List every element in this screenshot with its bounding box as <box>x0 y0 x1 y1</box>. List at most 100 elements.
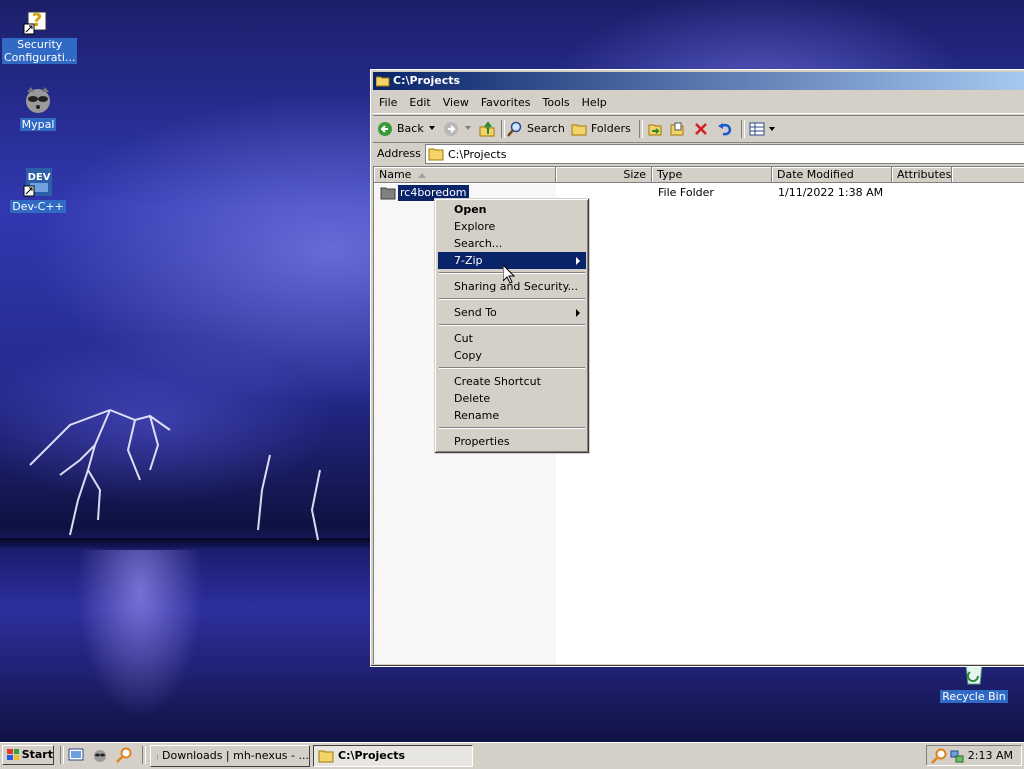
desktop-icon-label: SecurityConfigurati... <box>2 38 77 64</box>
chevron-down-icon <box>429 126 435 130</box>
column-header-size[interactable]: Size <box>556 167 652 183</box>
delete-button[interactable] <box>693 119 709 139</box>
recycle-bin-icon <box>958 664 990 688</box>
menu-item-explore[interactable]: Explore <box>438 218 586 235</box>
submenu-arrow-icon <box>576 309 580 317</box>
folder-icon <box>376 75 390 87</box>
undo-button[interactable] <box>717 119 733 139</box>
menu-file[interactable]: File <box>373 93 403 113</box>
menu-item-properties[interactable]: Properties <box>438 433 586 450</box>
wallpaper-lightning <box>0 390 380 550</box>
undo-icon <box>717 121 733 137</box>
menu-separator <box>439 324 585 326</box>
menu-bar: FileEditViewFavoritesToolsHelp <box>373 93 1024 114</box>
desktop-icon-security[interactable]: ? SecurityConfigurati... <box>2 4 74 64</box>
desktop-icon-mypal[interactable]: Mypal <box>2 84 74 131</box>
menu-item-delete[interactable]: Delete <box>438 390 586 407</box>
views-button[interactable] <box>749 119 775 139</box>
up-folder-icon <box>479 121 495 137</box>
search-icon <box>116 747 132 763</box>
desktop-icon-label: Mypal <box>20 118 57 131</box>
tray-search-icon[interactable] <box>931 748 947 764</box>
taskbar-button-projects[interactable]: C:\Projects <box>313 745 473 767</box>
menu-item-search[interactable]: Search... <box>438 235 586 252</box>
menu-separator <box>439 298 585 300</box>
window-title: C:\Projects <box>393 74 460 87</box>
chevron-down-icon <box>465 126 471 130</box>
devcpp-icon: DEV <box>22 166 54 198</box>
column-header-type[interactable]: Type <box>652 167 772 183</box>
menu-item-copy[interactable]: Copy <box>438 347 586 364</box>
windows-logo-icon <box>6 748 19 762</box>
copy-to-button[interactable] <box>669 119 685 139</box>
toolbar-separator <box>501 120 505 138</box>
column-header-date-modified[interactable]: Date Modified <box>772 167 892 183</box>
desktop-icon-label: Recycle Bin <box>940 690 1007 703</box>
back-button[interactable]: Back <box>377 119 424 139</box>
tray-clock[interactable]: 2:13 AM <box>968 749 1013 762</box>
desktop-icon-devcpp[interactable]: DEV Dev-C++ <box>2 166 74 213</box>
forward-button[interactable] <box>443 119 459 139</box>
menu-item-open[interactable]: Open <box>438 201 586 218</box>
taskbar-separator <box>60 746 64 764</box>
taskbar: Start Downloads | mh-nexus - ... C:\Proj… <box>0 742 1024 769</box>
column-header-name[interactable]: Name <box>374 167 556 183</box>
move-to-button[interactable] <box>647 119 663 139</box>
desktop-icon-recycle-bin[interactable]: Recycle Bin <box>938 664 1010 703</box>
sort-ascending-icon <box>418 173 426 178</box>
search-button[interactable]: Search <box>507 119 565 139</box>
menu-item-cut[interactable]: Cut <box>438 330 586 347</box>
taskbar-separator <box>142 746 146 764</box>
wallpaper-reflection <box>40 550 240 740</box>
copy-to-icon <box>669 121 685 137</box>
back-dropdown-button[interactable] <box>429 126 435 130</box>
taskbar-button-downloads[interactable]: Downloads | mh-nexus - ... <box>150 745 310 767</box>
menu-edit[interactable]: Edit <box>403 93 436 113</box>
up-folder-button[interactable] <box>479 119 495 139</box>
forward-dropdown-button[interactable] <box>465 126 471 130</box>
quicklaunch-mypal[interactable] <box>92 747 108 766</box>
move-to-icon <box>647 121 663 137</box>
mypal-raccoon-icon <box>22 84 54 116</box>
mypal-raccoon-icon <box>155 748 158 764</box>
toolbar-separator <box>741 120 745 138</box>
folders-button[interactable]: Folders <box>571 119 631 139</box>
column-header-filler <box>952 167 1024 183</box>
menu-item-send-to[interactable]: Send To <box>438 304 586 321</box>
mypal-raccoon-icon <box>92 747 108 763</box>
delete-x-icon <box>693 121 709 137</box>
chevron-down-icon <box>769 127 775 131</box>
menu-help[interactable]: Help <box>576 93 613 113</box>
address-label: Address <box>377 147 421 160</box>
menu-separator <box>439 367 585 369</box>
system-tray: 2:13 AM <box>926 745 1022 766</box>
file-date-modified: 1/11/2022 1:38 AM <box>778 185 883 201</box>
folder-icon <box>318 749 334 763</box>
back-arrow-icon <box>377 121 393 137</box>
menu-favorites[interactable]: Favorites <box>475 93 537 113</box>
menu-separator <box>439 427 585 429</box>
folders-icon <box>571 121 587 137</box>
file-type: File Folder <box>658 185 714 201</box>
folder-icon <box>428 147 444 161</box>
tray-network-icon[interactable] <box>949 748 965 764</box>
quicklaunch-search[interactable] <box>116 747 132 766</box>
start-button[interactable]: Start <box>2 745 54 765</box>
menu-item-rename[interactable]: Rename <box>438 407 586 424</box>
menu-item-create-shortcut[interactable]: Create Shortcut <box>438 373 586 390</box>
address-input[interactable]: C:\Projects <box>425 144 1024 164</box>
show-desktop-icon <box>68 747 84 763</box>
desktop-icon-label: Dev-C++ <box>10 200 66 213</box>
toolbar-separator <box>639 120 643 138</box>
address-bar: Address C:\Projects <box>373 142 1024 165</box>
context-menu: Open Explore Search... 7-Zip Sharing and… <box>434 198 590 454</box>
column-header-attributes[interactable]: Attributes <box>892 167 952 183</box>
views-grid-icon <box>749 121 765 137</box>
submenu-arrow-icon <box>576 257 580 265</box>
menu-tools[interactable]: Tools <box>537 93 576 113</box>
window-titlebar[interactable]: C:\Projects <box>373 72 1024 90</box>
quicklaunch-show-desktop[interactable] <box>68 747 84 766</box>
standard-toolbar: Back Search Folders <box>373 115 1024 143</box>
menu-view[interactable]: View <box>437 93 475 113</box>
mouse-cursor-icon <box>503 265 515 284</box>
